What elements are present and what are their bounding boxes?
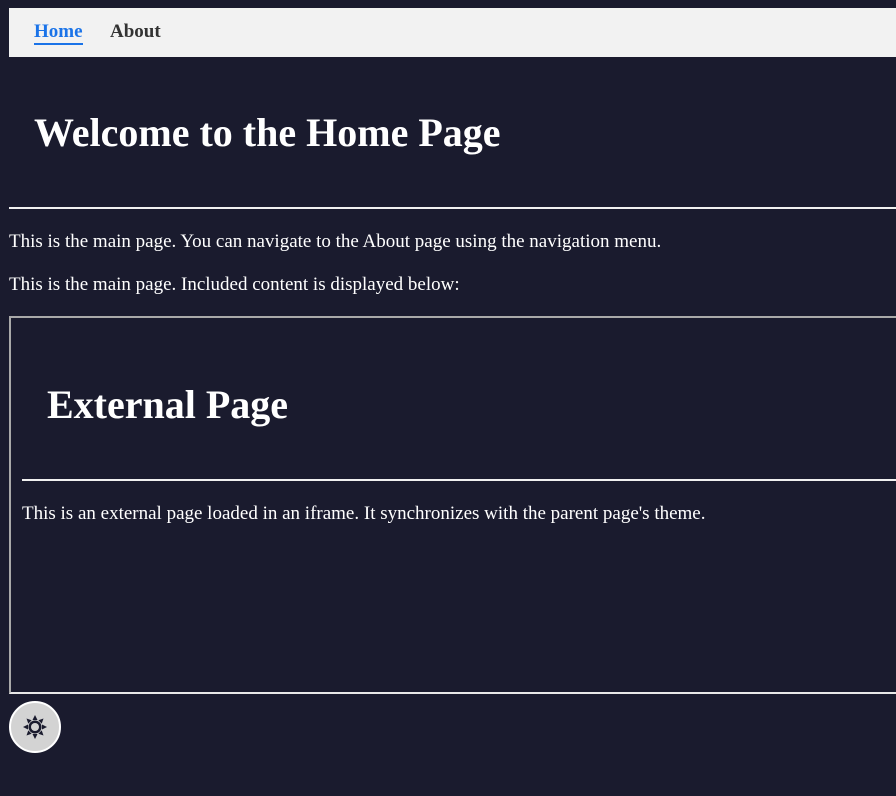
included-content-paragraph: This is the main page. Included content … xyxy=(9,274,460,295)
sun-icon xyxy=(22,714,48,740)
nav-link-about[interactable]: About xyxy=(110,21,161,43)
page-title: Welcome to the Home Page xyxy=(34,110,501,155)
top-navigation: Home About xyxy=(9,8,896,57)
external-page-iframe[interactable]: External Page This is an external page l… xyxy=(9,316,896,694)
theme-toggle-button[interactable] xyxy=(9,701,61,753)
iframe-divider xyxy=(22,479,896,481)
iframe-title: External Page xyxy=(47,382,289,427)
page: Home About Welcome to the Home Page This… xyxy=(0,0,896,796)
nav-link-home[interactable]: Home xyxy=(34,21,83,45)
header-divider xyxy=(9,207,896,209)
intro-paragraph: This is the main page. You can navigate … xyxy=(9,231,662,252)
iframe-paragraph: This is an external page loaded in an if… xyxy=(22,503,706,524)
